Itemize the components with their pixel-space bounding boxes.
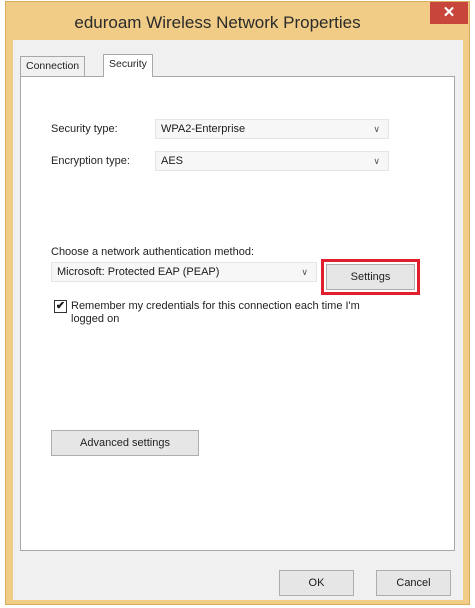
close-icon: ✕	[442, 4, 456, 21]
encryption-type-label: Encryption type:	[51, 155, 130, 167]
checkmark-icon: ✔	[55, 300, 66, 312]
chevron-down-icon: ∨	[301, 267, 308, 277]
tab-connection[interactable]: Connection	[20, 56, 86, 76]
window-title: eduroam Wireless Network Properties	[74, 13, 361, 32]
properties-dialog: eduroam Wireless Network Properties ✕ Co…	[5, 1, 470, 605]
security-type-label: Security type:	[51, 123, 118, 135]
chevron-down-icon: ∨	[373, 124, 380, 134]
advanced-settings-button[interactable]: Advanced settings	[51, 430, 199, 456]
security-type-dropdown[interactable]: WPA2-Enterprise ∨	[155, 119, 389, 139]
title-bar[interactable]: eduroam Wireless Network Properties ✕	[6, 2, 469, 42]
remember-credentials-checkbox[interactable]: ✔	[54, 300, 67, 313]
encryption-type-dropdown[interactable]: AES ∨	[155, 151, 389, 171]
encryption-type-value: AES	[161, 155, 184, 167]
remember-credentials-label: Remember my credentials for this connect…	[71, 300, 360, 325]
close-button[interactable]: ✕	[430, 2, 468, 24]
auth-method-dropdown[interactable]: Microsoft: Protected EAP (PEAP) ∨	[51, 262, 317, 282]
tab-security[interactable]: Security	[103, 54, 153, 77]
auth-method-value: Microsoft: Protected EAP (PEAP)	[57, 266, 220, 278]
security-tab-panel: Security type: WPA2-Enterprise ∨ Encrypt…	[20, 76, 455, 551]
security-type-value: WPA2-Enterprise	[161, 123, 246, 135]
dialog-client-area: Connection Security Security type: WPA2-…	[13, 40, 463, 600]
ok-button[interactable]: OK	[279, 570, 354, 596]
chevron-down-icon: ∨	[373, 156, 380, 166]
settings-button[interactable]: Settings	[326, 264, 415, 290]
cancel-button[interactable]: Cancel	[376, 570, 451, 596]
auth-method-label: Choose a network authentication method:	[51, 246, 255, 258]
